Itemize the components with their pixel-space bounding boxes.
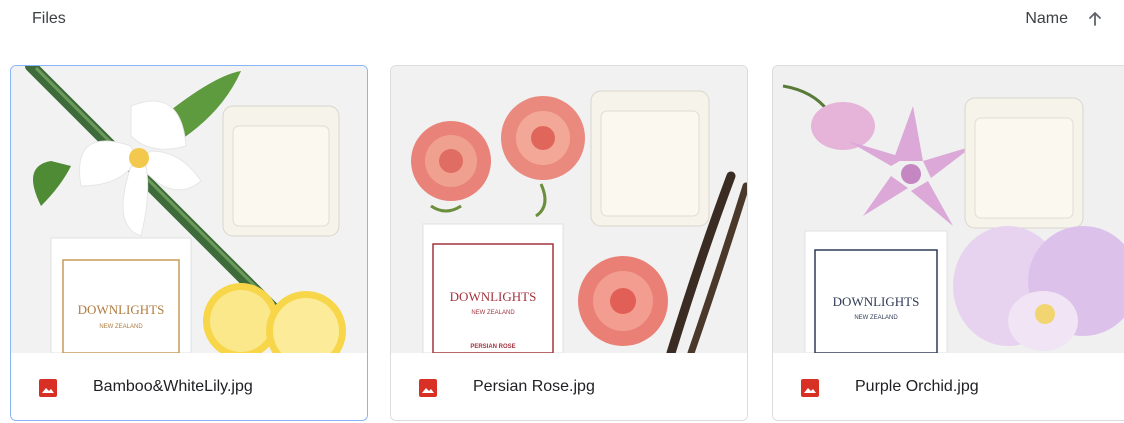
file-grid: DOWNLIGHTS NEW ZEALAND Bamboo&WhiteLily.… — [10, 65, 1124, 423]
file-name: Bamboo&WhiteLily.jpg — [93, 378, 253, 395]
thumbnail-brand-text: DOWNLIGHTS — [450, 289, 537, 304]
sort-label: Name — [1025, 10, 1068, 27]
file-card-persian-rose[interactable]: DOWNLIGHTS NEW ZEALAND PERSIAN ROSE Pers… — [390, 65, 748, 421]
image-file-icon — [39, 379, 57, 397]
thumbnail-image: DOWNLIGHTS NEW ZEALAND — [11, 66, 367, 353]
image-file-icon — [419, 379, 437, 397]
file-caption: Persian Rose.jpg — [391, 353, 747, 420]
file-caption: Purple Orchid.jpg — [773, 353, 1124, 420]
sort-by-name-button[interactable]: Name — [1025, 6, 1104, 32]
thumbnail-brand-text: DOWNLIGHTS — [78, 302, 165, 317]
thumbnail-image: DOWNLIGHTS NEW ZEALAND PERSIAN ROSE — [391, 66, 747, 353]
file-caption: Bamboo&WhiteLily.jpg — [11, 353, 367, 420]
file-name: Persian Rose.jpg — [473, 378, 595, 395]
file-card-purple-orchid[interactable]: DOWNLIGHTS NEW ZEALAND Purple Orchid.jpg — [772, 65, 1124, 421]
thumbnail-sub-text: NEW ZEALAND — [854, 315, 898, 321]
files-header: Files Name — [0, 0, 1124, 40]
arrow-up-icon[interactable] — [1086, 10, 1104, 28]
file-name: Purple Orchid.jpg — [855, 378, 979, 395]
file-thumbnail[interactable]: DOWNLIGHTS NEW ZEALAND PERSIAN ROSE — [391, 66, 747, 353]
file-thumbnail[interactable]: DOWNLIGHTS NEW ZEALAND — [11, 66, 367, 353]
section-title: Files — [32, 10, 66, 27]
thumbnail-image: DOWNLIGHTS NEW ZEALAND — [773, 66, 1124, 353]
thumbnail-product-text: PERSIAN ROSE — [470, 344, 515, 350]
file-card-bamboo-white-lily[interactable]: DOWNLIGHTS NEW ZEALAND Bamboo&WhiteLily.… — [10, 65, 368, 421]
thumbnail-sub-text: NEW ZEALAND — [99, 324, 143, 330]
thumbnail-sub-text: NEW ZEALAND — [471, 310, 515, 316]
image-file-icon — [801, 379, 819, 397]
thumbnail-brand-text: DOWNLIGHTS — [833, 294, 920, 309]
file-thumbnail[interactable]: DOWNLIGHTS NEW ZEALAND — [773, 66, 1124, 353]
